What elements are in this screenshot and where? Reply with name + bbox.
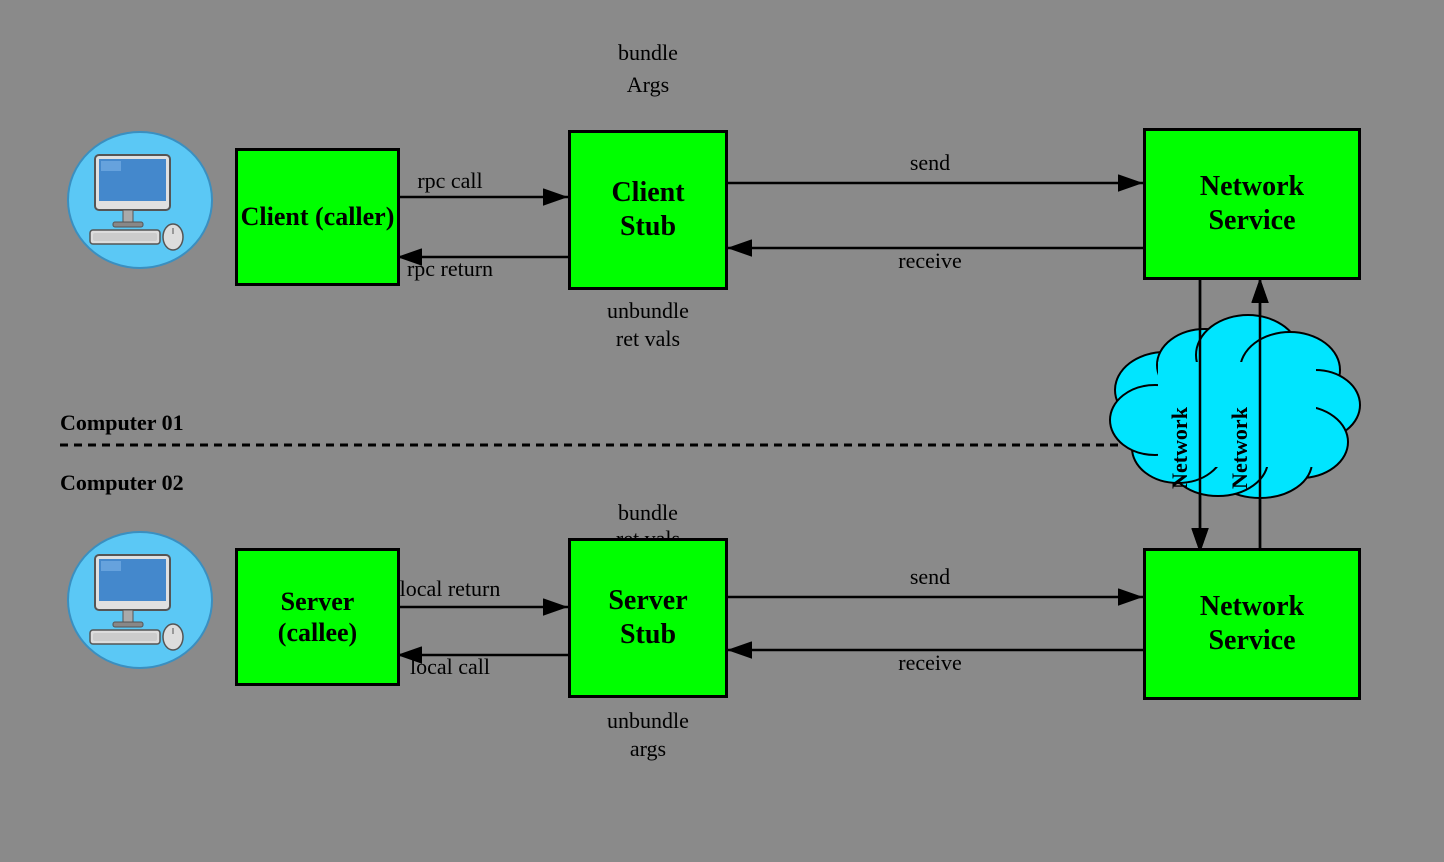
network-service-top-label: NetworkService xyxy=(1200,170,1304,237)
send-top-label: send xyxy=(910,150,950,175)
client-caller-label: Client (caller) xyxy=(241,201,395,232)
unbundle-ret-vals-label: unbundle xyxy=(607,298,689,323)
network-service-bottom-label: NetworkService xyxy=(1200,590,1304,657)
unbundle-args-label2: args xyxy=(630,736,666,761)
network-service-top-box: NetworkService xyxy=(1143,128,1361,280)
bundle-args-label: bundle xyxy=(618,40,678,65)
computer01-label: Computer 01 xyxy=(60,410,184,435)
bundle-ret-vals-label: bundle xyxy=(618,500,678,525)
client-stub-label: ClientStub xyxy=(611,176,684,243)
computer-icon-top xyxy=(65,130,215,270)
local-call-label: local call xyxy=(410,654,490,679)
diagram: rpc call rpc return send receive bundle … xyxy=(0,0,1444,862)
local-return-label: local return xyxy=(400,576,501,601)
server-callee-box: Server(callee) xyxy=(235,548,400,686)
cloud-shape xyxy=(1110,315,1360,498)
receive-top-label: receive xyxy=(898,248,962,273)
network-service-bottom-box: NetworkService xyxy=(1143,548,1361,700)
client-caller-box: Client (caller) xyxy=(235,148,400,286)
server-stub-label: ServerStub xyxy=(608,584,687,651)
rpc-return-label: rpc return xyxy=(407,256,493,281)
server-stub-box: ServerStub xyxy=(568,538,728,698)
bundle-args-label2: Args xyxy=(627,72,669,97)
computer-icon-bottom xyxy=(65,530,215,670)
send-bottom-label: send xyxy=(910,564,950,589)
client-stub-box: ClientStub xyxy=(568,130,728,290)
rpc-call-label: rpc call xyxy=(417,168,482,193)
server-callee-label: Server(callee) xyxy=(278,586,357,648)
receive-bottom-label: receive xyxy=(898,650,962,675)
unbundle-args-label: unbundle xyxy=(607,708,689,733)
network-label-right: Network xyxy=(1227,406,1252,489)
computer02-label: Computer 02 xyxy=(60,470,184,495)
network-label-left: Network xyxy=(1167,406,1192,489)
unbundle-ret-vals-label2: ret vals xyxy=(616,326,680,351)
